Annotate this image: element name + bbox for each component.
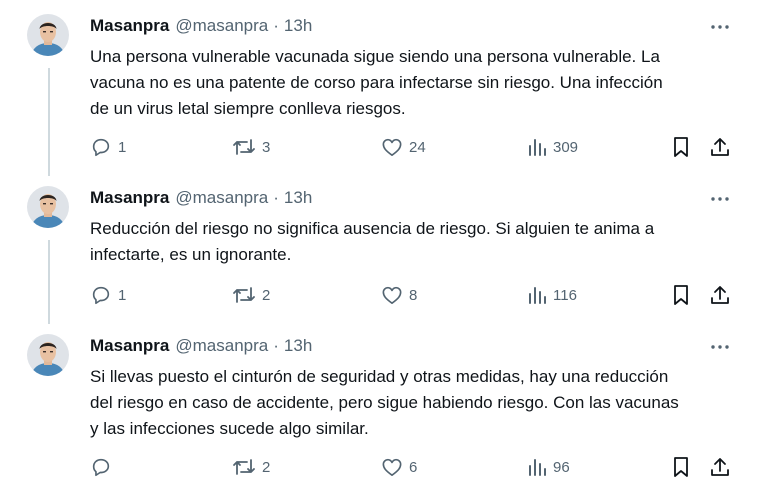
views-icon — [527, 285, 547, 305]
views-icon — [527, 137, 547, 157]
retweet-icon — [232, 284, 256, 306]
retweet-button[interactable]: 3 — [232, 134, 270, 160]
bookmark-icon — [671, 284, 691, 306]
action-bar: 2 6 96 — [0, 454, 762, 480]
like-count: 6 — [409, 458, 418, 476]
views-button[interactable]: 309 — [527, 134, 578, 160]
retweet-count: 2 — [262, 458, 271, 476]
separator-dot: · — [273, 188, 279, 207]
reply-button[interactable]: 1 — [90, 134, 126, 160]
retweet-button[interactable]: 2 — [232, 454, 270, 480]
retweet-count: 2 — [262, 286, 271, 304]
retweet-icon — [232, 456, 256, 478]
retweet-icon — [232, 136, 256, 158]
share-icon — [709, 456, 731, 478]
views-icon — [527, 457, 547, 477]
tweet-header: Masanpra @masanpra · 13h — [90, 334, 312, 358]
tweet-thread: Masanpra @masanpra · 13h Una persona vul… — [0, 0, 762, 498]
tweet-header: Masanpra @masanpra · 13h — [90, 14, 312, 38]
reply-count: 1 — [118, 286, 127, 304]
reply-button[interactable] — [90, 454, 118, 480]
tweet[interactable]: Masanpra @masanpra · 13h Si llevas puest… — [0, 320, 762, 498]
views-button[interactable]: 116 — [527, 282, 577, 308]
action-bar: 1 3 24 309 — [0, 134, 762, 160]
author-handle[interactable]: @masanpra — [175, 14, 268, 38]
separator-dot: · — [273, 336, 279, 355]
like-button[interactable]: 24 — [381, 134, 426, 160]
more-icon[interactable] — [706, 18, 734, 36]
views-count: 116 — [553, 286, 577, 304]
views-button[interactable]: 96 — [527, 454, 570, 480]
timestamp[interactable]: 13h — [284, 14, 312, 38]
action-bar: 1 2 8 116 — [0, 282, 762, 308]
views-count: 309 — [553, 138, 579, 156]
tweet[interactable]: Masanpra @masanpra · 13h Reducción del r… — [0, 172, 762, 326]
reply-icon — [90, 284, 112, 306]
like-count: 8 — [409, 286, 418, 304]
views-count: 96 — [553, 458, 570, 476]
like-count: 24 — [409, 138, 426, 156]
tweet[interactable]: Masanpra @masanpra · 13h Una persona vul… — [0, 0, 762, 172]
avatar[interactable] — [27, 334, 69, 376]
share-button[interactable] — [709, 282, 731, 308]
retweet-count: 3 — [262, 138, 271, 156]
tweet-text: Una persona vulnerable vacunada sigue si… — [90, 47, 663, 118]
author-handle[interactable]: @masanpra — [175, 186, 268, 210]
separator-dot: · — [273, 16, 279, 35]
author-handle[interactable]: @masanpra — [175, 334, 268, 358]
like-button[interactable]: 8 — [381, 282, 417, 308]
reply-count: 1 — [118, 138, 127, 156]
share-button[interactable] — [709, 454, 731, 480]
author-name[interactable]: Masanpra — [90, 186, 169, 210]
bookmark-button[interactable] — [671, 282, 691, 308]
tweet-header: Masanpra @masanpra · 13h — [90, 186, 312, 210]
like-icon — [381, 285, 403, 305]
bookmark-button[interactable] — [671, 454, 691, 480]
reply-button[interactable]: 1 — [90, 282, 126, 308]
avatar[interactable] — [27, 14, 69, 56]
like-icon — [381, 137, 403, 157]
share-icon — [709, 136, 731, 158]
share-icon — [709, 284, 731, 306]
tweet-text: Reducción del riesgo no significa ausenc… — [90, 219, 655, 264]
retweet-button[interactable]: 2 — [232, 282, 270, 308]
reply-icon — [90, 136, 112, 158]
author-name[interactable]: Masanpra — [90, 334, 169, 358]
bookmark-icon — [671, 456, 691, 478]
reply-icon — [90, 456, 112, 478]
avatar[interactable] — [27, 186, 69, 228]
bookmark-icon — [671, 136, 691, 158]
tweet-text: Si llevas puesto el cinturón de segurida… — [90, 367, 679, 438]
timestamp[interactable]: 13h — [284, 186, 312, 210]
more-icon[interactable] — [706, 190, 734, 208]
like-button[interactable]: 6 — [381, 454, 417, 480]
author-name[interactable]: Masanpra — [90, 14, 169, 38]
more-icon[interactable] — [706, 338, 734, 356]
share-button[interactable] — [709, 134, 731, 160]
bookmark-button[interactable] — [671, 134, 691, 160]
like-icon — [381, 457, 403, 477]
timestamp[interactable]: 13h — [284, 334, 312, 358]
